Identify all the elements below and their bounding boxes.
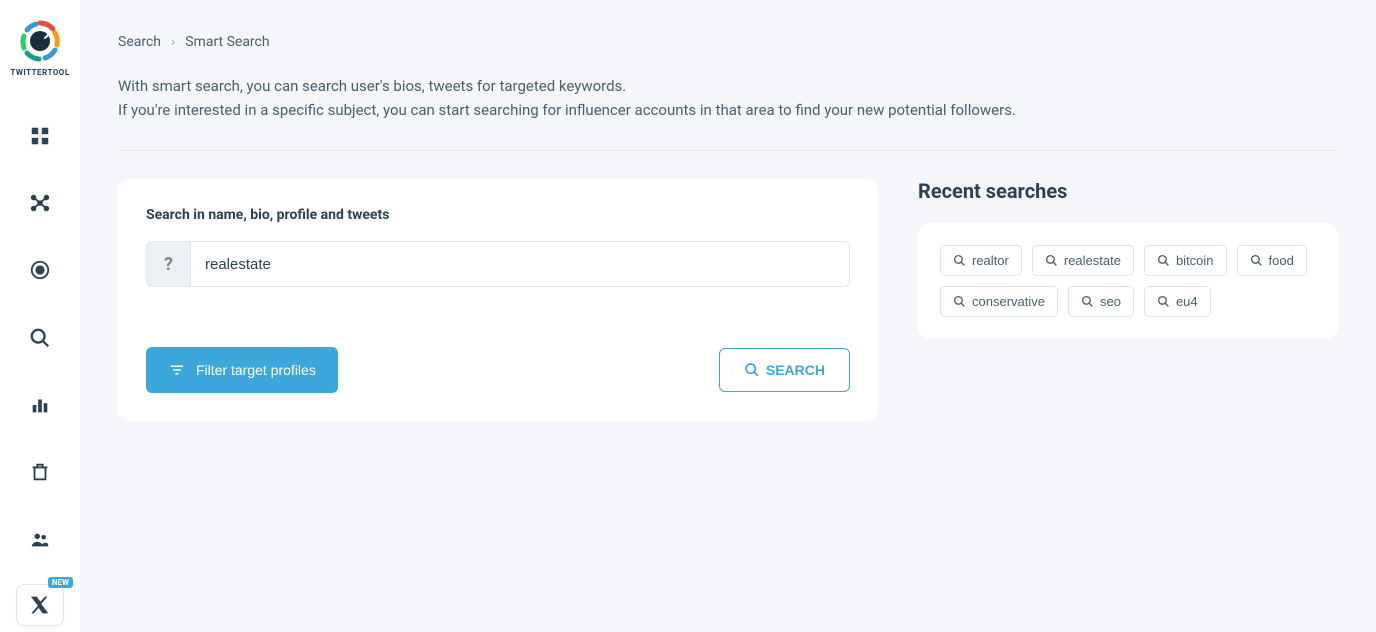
recent-search-chip[interactable]: food — [1237, 245, 1307, 276]
recent-searches-list: realtor realestate bitcoin food conserva… — [918, 223, 1338, 339]
filter-icon — [168, 361, 186, 379]
chevron-right-icon: › — [171, 34, 175, 50]
search-button[interactable]: SEARCH — [719, 348, 850, 392]
recent-search-chip[interactable]: seo — [1068, 286, 1134, 317]
sidebar: TWITTERTOOL NEW — [0, 0, 80, 632]
nav-network[interactable] — [16, 180, 64, 225]
nav-dashboard[interactable] — [16, 113, 64, 158]
filter-button-label: Filter target profiles — [196, 362, 316, 378]
logo-icon — [19, 20, 61, 62]
search-icon — [1250, 254, 1263, 267]
trash-icon — [29, 461, 51, 483]
filter-profiles-button[interactable]: Filter target profiles — [146, 347, 338, 393]
brand-name: TWITTERTOOL — [10, 68, 69, 77]
dashboard-icon — [29, 125, 51, 147]
nav-x-platform[interactable]: NEW — [16, 584, 64, 626]
nav-search[interactable] — [16, 315, 64, 360]
page-description: With smart search, you can search user's… — [118, 74, 1338, 151]
recent-search-chip[interactable]: conservative — [940, 286, 1058, 317]
recent-search-chip[interactable]: realestate — [1032, 245, 1134, 276]
search-icon — [1081, 295, 1094, 308]
help-icon[interactable]: ? — [147, 242, 191, 286]
recent-search-chip[interactable]: bitcoin — [1144, 245, 1227, 276]
search-icon — [744, 362, 760, 378]
nav-analytics[interactable] — [16, 382, 64, 427]
search-icon — [1157, 295, 1170, 308]
search-button-label: SEARCH — [766, 362, 825, 378]
search-icon — [1045, 254, 1058, 267]
bar-chart-icon — [29, 394, 51, 416]
recent-search-chip[interactable]: realtor — [940, 245, 1022, 276]
target-icon — [29, 259, 51, 281]
search-icon — [29, 327, 51, 349]
description-line-2: If you're interested in a specific subje… — [118, 98, 1338, 122]
users-icon — [29, 529, 51, 551]
main-content: Search › Smart Search With smart search,… — [80, 0, 1376, 632]
recent-search-chip[interactable]: eu4 — [1144, 286, 1211, 317]
nav-target[interactable] — [16, 248, 64, 293]
brand-logo[interactable]: TWITTERTOOL — [10, 20, 69, 77]
search-input-group: ? — [146, 241, 850, 287]
search-input[interactable] — [191, 242, 849, 286]
x-logo-icon — [30, 595, 50, 615]
breadcrumb-root[interactable]: Search — [118, 34, 161, 50]
search-card: Search in name, bio, profile and tweets … — [118, 179, 878, 421]
new-badge: NEW — [48, 577, 73, 588]
search-input-label: Search in name, bio, profile and tweets — [146, 207, 850, 223]
search-icon — [953, 295, 966, 308]
nav-delete[interactable] — [16, 450, 64, 495]
breadcrumb-current: Smart Search — [185, 34, 269, 50]
recent-searches-panel: Recent searches realtor realestate bitco… — [918, 179, 1338, 339]
description-line-1: With smart search, you can search user's… — [118, 74, 1338, 98]
recent-searches-title: Recent searches — [918, 179, 1338, 203]
search-icon — [1157, 254, 1170, 267]
search-icon — [953, 254, 966, 267]
breadcrumb: Search › Smart Search — [118, 34, 1338, 50]
nav-users[interactable] — [16, 517, 64, 562]
network-icon — [29, 192, 51, 214]
